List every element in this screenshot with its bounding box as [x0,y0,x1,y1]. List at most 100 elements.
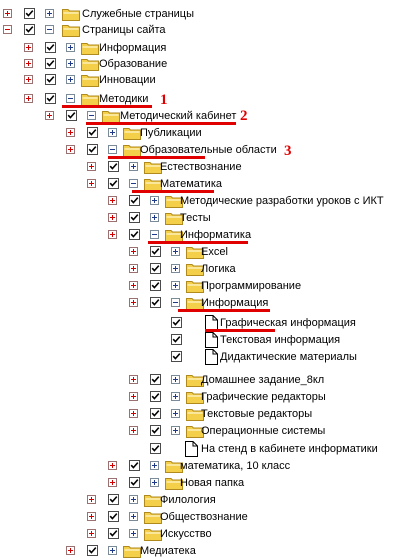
tree-row[interactable]: Excel [0,244,418,261]
tree-row[interactable]: Обществознание [0,509,418,526]
tree-label[interactable]: Филология [160,494,216,507]
tree-row[interactable]: Операционные системы [0,423,418,440]
tree-row[interactable]: Естествознание [0,159,418,176]
checkbox[interactable] [150,263,161,274]
checkbox[interactable] [24,24,35,35]
checkbox[interactable] [129,212,140,223]
node-toggle[interactable] [171,264,180,273]
tree-label[interactable]: Образование [99,58,167,71]
node-toggle[interactable] [108,145,117,154]
tree-label[interactable]: Логика [201,263,236,276]
checkbox[interactable] [129,195,140,206]
tree-row[interactable]: Текстовые редакторы [0,406,418,423]
expand-toggle[interactable] [108,461,117,470]
node-toggle[interactable] [66,43,75,52]
tree-label[interactable]: Дидактические материалы [220,351,357,364]
tree-label[interactable]: Страницы сайта [82,24,166,37]
tree-label[interactable]: Информация [99,42,166,55]
node-toggle[interactable] [45,9,54,18]
node-toggle[interactable] [171,247,180,256]
tree-row[interactable]: математика, 10 класс [0,458,418,475]
expand-toggle[interactable] [129,264,138,273]
expand-toggle[interactable] [87,529,96,538]
checkbox[interactable] [45,42,56,53]
tree-row[interactable]: Дидактические материалы [0,349,418,366]
node-toggle[interactable] [129,179,138,188]
checkbox[interactable] [87,545,98,556]
tree-label[interactable]: математика, 10 класс [180,460,290,473]
tree-row[interactable]: Логика [0,261,418,278]
tree-row[interactable]: Графические редакторы [0,389,418,406]
node-toggle[interactable] [129,512,138,521]
tree-label[interactable]: Графические редакторы [201,391,326,404]
node-toggle[interactable] [108,546,117,555]
checkbox[interactable] [108,161,119,172]
expand-toggle[interactable] [129,392,138,401]
tree-row[interactable]: Новая папка [0,475,418,492]
expand-toggle[interactable] [24,75,33,84]
checkbox[interactable] [171,351,182,362]
checkbox[interactable] [87,127,98,138]
tree-label[interactable]: Excel [201,246,228,259]
expand-toggle[interactable] [129,298,138,307]
expand-toggle[interactable] [129,426,138,435]
tree-label[interactable]: Медиатека [140,545,196,558]
checkbox[interactable] [150,297,161,308]
tree-label[interactable]: Программирование [201,280,301,293]
tree-label[interactable]: Обществознание [160,511,248,524]
tree-row[interactable]: Программирование [0,278,418,295]
expand-toggle[interactable] [3,9,12,18]
checkbox[interactable] [108,494,119,505]
node-toggle[interactable] [129,162,138,171]
tree-row[interactable]: Информация [0,40,418,57]
tree-row[interactable]: Инновации [0,72,418,89]
expand-toggle[interactable] [87,179,96,188]
checkbox[interactable] [129,229,140,240]
node-toggle[interactable] [66,59,75,68]
expand-toggle[interactable] [3,25,12,34]
checkbox[interactable] [24,8,35,19]
tree-label[interactable]: Текстовые редакторы [201,408,312,421]
expand-toggle[interactable] [108,478,117,487]
node-toggle[interactable] [45,25,54,34]
checkbox[interactable] [45,74,56,85]
tree-label[interactable]: Текстовая информация [220,334,340,347]
expand-toggle[interactable] [129,409,138,418]
checkbox[interactable] [87,144,98,155]
tree-row[interactable]: Образовательные области [0,142,418,159]
checkbox[interactable] [150,443,161,454]
tree-row[interactable]: Текстовая информация [0,332,418,349]
node-toggle[interactable] [129,495,138,504]
expand-toggle[interactable] [129,281,138,290]
tree-label[interactable]: Инновации [99,74,156,87]
tree-row[interactable]: Методические разработки уроков с ИКТ [0,193,418,210]
node-toggle[interactable] [150,196,159,205]
tree-row[interactable]: Страницы сайта [0,22,418,39]
tree-label[interactable]: Естествознание [160,161,242,174]
tree-label[interactable]: Новая папка [180,477,244,490]
node-toggle[interactable] [171,281,180,290]
expand-toggle[interactable] [108,213,117,222]
tree-row[interactable]: Домашнее задание_8кл [0,372,418,389]
tree-row[interactable]: На стенд в кабинете информатики [0,441,418,458]
checkbox[interactable] [108,528,119,539]
expand-toggle[interactable] [87,162,96,171]
node-toggle[interactable] [150,213,159,222]
expand-toggle[interactable] [108,196,117,205]
tree-label[interactable]: Домашнее задание_8кл [201,374,324,387]
expand-toggle[interactable] [24,43,33,52]
checkbox[interactable] [171,334,182,345]
expand-toggle[interactable] [24,59,33,68]
tree-label[interactable]: Операционные системы [201,425,325,438]
checkbox[interactable] [108,178,119,189]
node-toggle[interactable] [150,478,159,487]
checkbox[interactable] [150,246,161,257]
checkbox[interactable] [45,93,56,104]
node-toggle[interactable] [171,392,180,401]
checkbox[interactable] [129,460,140,471]
tree-label[interactable]: Методические разработки уроков с ИКТ [180,195,384,208]
tree-label[interactable]: Искусство [160,528,212,541]
checkbox[interactable] [150,391,161,402]
node-toggle[interactable] [171,375,180,384]
expand-toggle[interactable] [45,111,54,120]
